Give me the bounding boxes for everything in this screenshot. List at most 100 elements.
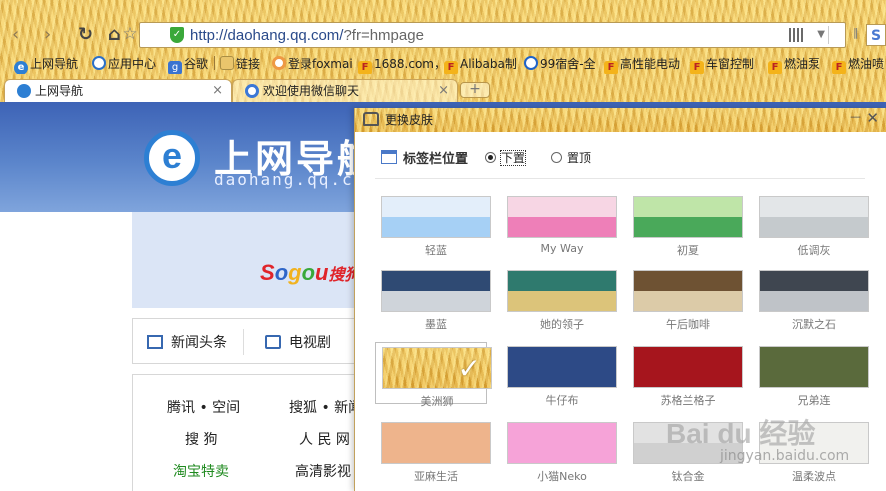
- radio-label: 下置: [499, 150, 527, 166]
- skin-swatch-top: [634, 271, 742, 291]
- skin-swatch: [633, 270, 743, 312]
- bookmark-label: 99宿舍-全: [540, 57, 596, 71]
- skin-swatch: [759, 346, 869, 388]
- bookmark-item[interactable]: 登录foxmai: [272, 54, 353, 74]
- bookmark-label: 燃油泵: [784, 57, 821, 71]
- skin-option[interactable]: 轻蓝: [375, 192, 491, 257]
- skin-swatch-top: [508, 423, 616, 443]
- bookmark-item[interactable]: 应用中心: [92, 54, 156, 74]
- selected-check-icon: ✓: [457, 352, 481, 385]
- baidu-watermark: Bai du 经验: [666, 418, 816, 449]
- skin-option[interactable]: 她的领子: [501, 266, 617, 331]
- skin-option[interactable]: 午后咖啡: [627, 266, 743, 331]
- search-area: Sogou搜狗: [132, 212, 392, 308]
- site-link[interactable]: 搜 狗: [185, 429, 217, 449]
- site-link[interactable]: 人 民 网: [299, 429, 350, 449]
- page-icon: F: [832, 61, 846, 74]
- skin-name: 兄弟连: [797, 394, 831, 407]
- bookmark-item[interactable]: 99宿舍-全: [524, 54, 596, 74]
- back-button[interactable]: ‹: [12, 24, 19, 46]
- skin-name: 初夏: [677, 244, 699, 257]
- sogou-brand-icon[interactable]: S: [866, 24, 886, 46]
- close-tab-icon[interactable]: ×: [212, 80, 223, 102]
- skin-swatch-bottom: [634, 291, 742, 311]
- skin-option[interactable]: 牛仔布: [501, 342, 617, 407]
- skin-option[interactable]: 墨蓝: [375, 266, 491, 331]
- site-link[interactable]: 腾讯 • 空间: [167, 397, 240, 417]
- site-icon: [524, 56, 538, 70]
- bookmark-item[interactable]: F Alibaba制: [444, 54, 517, 74]
- skin-option[interactable]: 初夏: [627, 192, 743, 257]
- bookmark-item[interactable]: F 燃油喷: [832, 54, 884, 74]
- shirt-icon: [363, 112, 379, 126]
- skin-swatch-bottom: [382, 217, 490, 237]
- site-link[interactable]: 淘宝特卖: [173, 461, 229, 481]
- qr-code-icon[interactable]: [789, 28, 803, 42]
- bookmark-label: 车窗控制: [706, 57, 755, 71]
- url-query: ?fr=hmpage: [343, 27, 424, 44]
- url-text[interactable]: http://daohang.qq.com/?fr=hmpage: [190, 27, 424, 44]
- bookmark-star-icon[interactable]: ☆: [118, 24, 142, 46]
- skin-option[interactable]: 小猫Neko: [501, 418, 617, 483]
- news-label: 新闻头条: [171, 335, 227, 351]
- skin-swatch: [759, 270, 869, 312]
- bookmark-item[interactable]: g 谷歌: [168, 54, 208, 74]
- address-dropdown-icon[interactable]: ▼: [817, 25, 825, 45]
- reload-button[interactable]: ↻: [78, 24, 93, 46]
- skin-swatch: [633, 196, 743, 238]
- address-bar[interactable]: ☆ ✓ http://daohang.qq.com/?fr=hmpage ▼: [122, 22, 846, 48]
- address-separator: [828, 26, 829, 44]
- site-link[interactable]: 高清影视: [295, 461, 351, 481]
- tab-position-label: 标签栏位置: [403, 152, 469, 167]
- sogou-letter: o: [274, 260, 289, 285]
- sogou-logo[interactable]: Sogou搜狗: [260, 260, 361, 286]
- radio-label: 置顶: [567, 151, 592, 165]
- bookmark-label: 1688.com，: [374, 57, 446, 71]
- skin-option[interactable]: ✓ 美洲狮: [375, 342, 492, 408]
- news-headlines-link[interactable]: 新闻头条: [147, 332, 227, 352]
- bookmark-separator: [214, 56, 215, 70]
- skin-swatch: [507, 270, 617, 312]
- close-button[interactable]: ✕: [866, 109, 879, 127]
- skin-name: 钛合金: [671, 470, 705, 483]
- tv-icon: [265, 335, 281, 349]
- google-icon: g: [168, 61, 182, 74]
- toolbar-menu-icon[interactable]: ‖: [853, 26, 859, 39]
- forward-button[interactable]: ›: [44, 24, 51, 46]
- bookmark-item[interactable]: e 上网导航: [14, 54, 78, 74]
- skin-option[interactable]: 兄弟连: [753, 342, 869, 407]
- news-separator: [243, 329, 244, 355]
- radio-indicator: [485, 152, 496, 163]
- wechat-site-icon: [245, 84, 259, 98]
- new-tab-button[interactable]: +: [460, 82, 490, 98]
- logo-icon[interactable]: e: [144, 130, 200, 186]
- minimize-button[interactable]: —: [850, 110, 861, 123]
- tab-daohang[interactable]: 上网导航 ×: [4, 79, 232, 103]
- tv-series-link[interactable]: 电视剧: [265, 332, 331, 352]
- skin-option[interactable]: 苏格兰格子: [627, 342, 743, 407]
- skin-option[interactable]: My Way: [501, 192, 617, 255]
- skin-option[interactable]: 低调灰: [753, 192, 869, 257]
- skin-name: 墨蓝: [425, 318, 447, 331]
- bookmark-item[interactable]: F 燃油泵: [768, 54, 820, 74]
- radio-top[interactable]: 置顶: [551, 149, 591, 166]
- skin-option[interactable]: 亚麻生活: [375, 418, 491, 483]
- skin-option[interactable]: 沉默之石: [753, 266, 869, 331]
- skin-panel-title: 更换皮肤: [385, 113, 434, 127]
- bookmark-item[interactable]: F 1688.com，: [358, 54, 446, 74]
- bookmark-item[interactable]: 链接: [220, 54, 260, 74]
- bookmark-item[interactable]: F 车窗控制: [690, 54, 754, 74]
- close-tab-icon[interactable]: ×: [438, 80, 449, 102]
- skin-swatch-top: [508, 271, 616, 291]
- skin-name: 牛仔布: [545, 394, 579, 407]
- skin-name: 轻蓝: [425, 244, 447, 257]
- site-link[interactable]: 搜狐 • 新闻: [289, 397, 362, 417]
- tab-strip: 上网导航 × 欢迎使用微信聊天 × +: [0, 76, 886, 103]
- bookmark-item[interactable]: F 高性能电动: [604, 54, 680, 74]
- sogou-letter: g: [288, 260, 302, 285]
- radio-bottom[interactable]: 下置: [485, 149, 527, 166]
- qq-browser-icon: [17, 84, 31, 98]
- tab-wechat[interactable]: 欢迎使用微信聊天 ×: [232, 79, 458, 103]
- skin-swatch: [507, 196, 617, 238]
- tab-label: 欢迎使用微信聊天: [263, 84, 360, 98]
